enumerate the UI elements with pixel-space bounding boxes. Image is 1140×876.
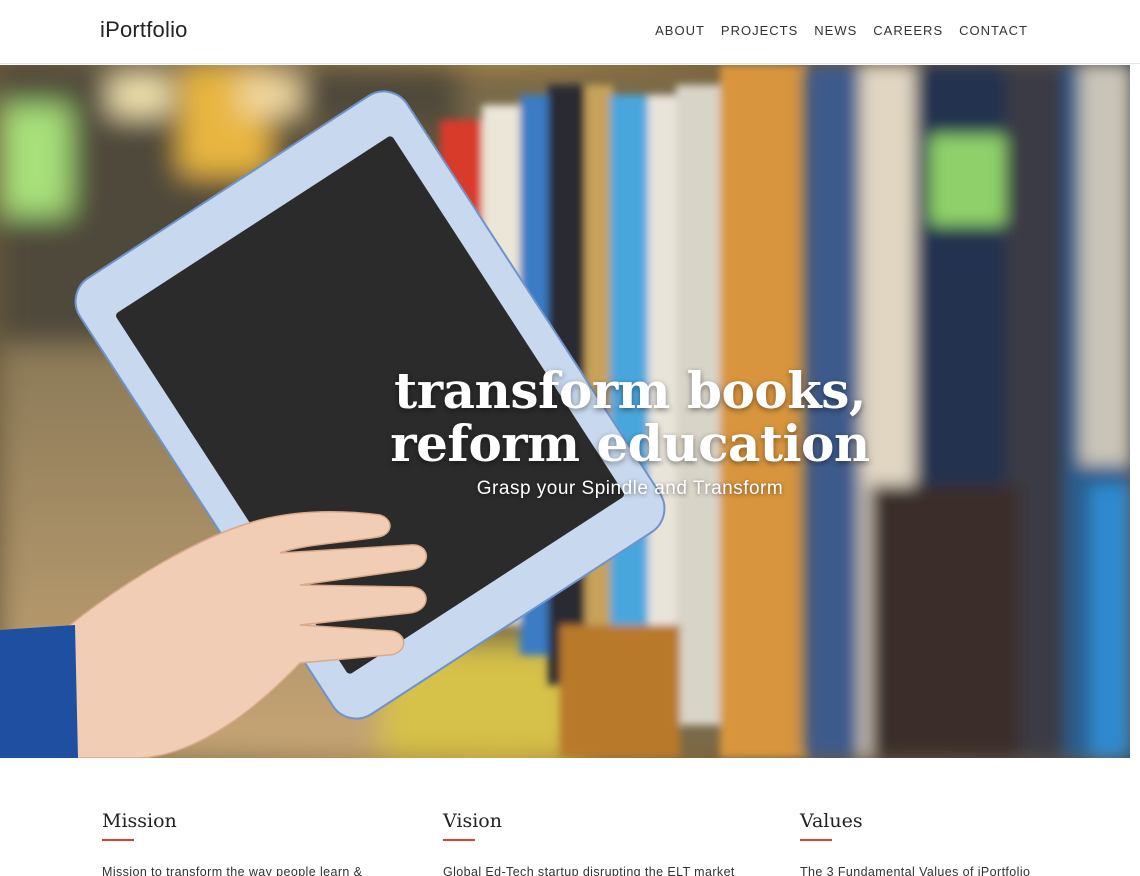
nav-careers[interactable]: CAREERS	[873, 23, 943, 38]
hero-title: transform books, reform education	[390, 360, 870, 473]
site-header: iPortfolio ABOUT PROJECTS NEWS CAREERS C…	[0, 0, 1140, 64]
vision-text: Global Ed-Tech startup disrupting the EL…	[443, 865, 735, 876]
values-column: Values The 3 Fundamental Values of iPort…	[800, 810, 1100, 876]
nav-news[interactable]: NEWS	[814, 23, 857, 38]
brand-logo[interactable]: iPortfolio	[100, 17, 188, 43]
values-text: The 3 Fundamental Values of iPortfolio	[800, 865, 1031, 876]
hero-banner: transform books, reform education Grasp …	[0, 65, 1130, 758]
values-accent-rule	[800, 839, 832, 841]
vision-column: Vision Global Ed-Tech startup disrupting…	[443, 810, 743, 876]
vision-heading: Vision	[443, 810, 502, 832]
mission-accent-rule	[102, 839, 134, 841]
hero-subtitle: Grasp your Spindle and Transform	[476, 477, 784, 499]
vision-accent-rule	[443, 839, 475, 841]
values-heading: Values	[800, 810, 863, 832]
intro-columns: Mission Mission to transform the way peo…	[0, 758, 1140, 876]
nav-projects[interactable]: PROJECTS	[721, 23, 798, 38]
hero-content: transform books, reform education Grasp …	[0, 65, 1130, 758]
main-nav: ABOUT PROJECTS NEWS CAREERS CONTACT	[655, 23, 1028, 38]
mission-column: Mission Mission to transform the way peo…	[102, 810, 402, 876]
nav-about[interactable]: ABOUT	[655, 23, 705, 38]
nav-contact[interactable]: CONTACT	[959, 23, 1028, 38]
mission-heading: Mission	[102, 810, 177, 832]
mission-text: Mission to transform the way people lear…	[102, 865, 363, 876]
